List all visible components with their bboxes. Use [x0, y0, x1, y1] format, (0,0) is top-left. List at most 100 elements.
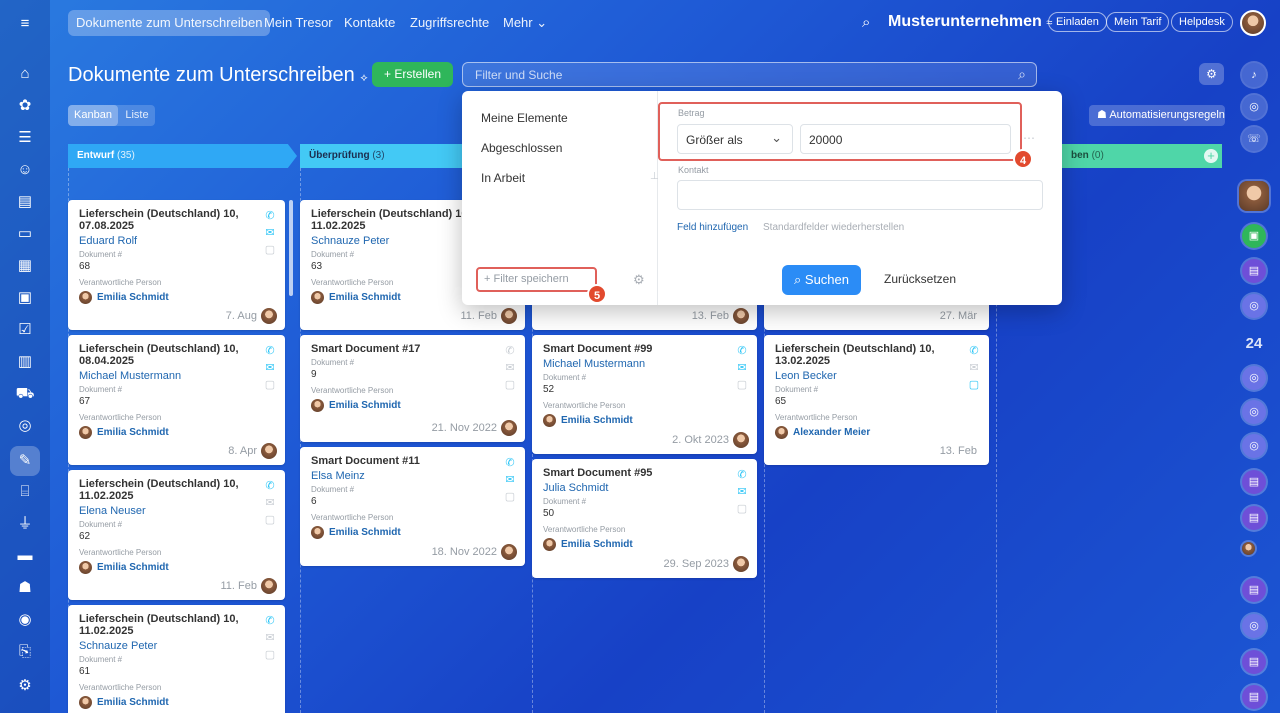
add-field-link[interactable]: Feld hinzufügen [677, 222, 748, 233]
mail-icon[interactable]: ✉ [263, 630, 277, 647]
more-icon[interactable]: ⋯ [1023, 131, 1035, 145]
chat-icon[interactable]: ▢ [967, 377, 981, 394]
kanban-card[interactable]: Smart Document #11 Elsa Meinz Dokument #… [300, 447, 525, 566]
pin-icon[interactable]: ⊥ [650, 171, 659, 182]
card-contact[interactable]: Eduard Rolf [79, 235, 274, 247]
chat-icon[interactable]: ▢ [735, 377, 749, 394]
kanban-card[interactable]: Lieferschein (Deutschland) 10, 11.02.202… [68, 470, 285, 600]
chat-icon[interactable]: ▢ [735, 501, 749, 518]
funnel-icon[interactable]: ⏚ [13, 512, 37, 536]
counter-badge[interactable]: 24 [1237, 335, 1271, 352]
chat-icon[interactable]: ▤ [1242, 578, 1266, 602]
kanban-card[interactable]: Lieferschein (Deutschland) 10, 13.02.202… [764, 335, 989, 465]
settings-gear-icon[interactable]: ⚙ [1199, 63, 1224, 85]
phone-icon[interactable]: ✆ [263, 613, 277, 630]
search-filter-input[interactable]: Filter und Suche ⌕ [462, 62, 1037, 87]
nav-mein-tresor[interactable]: Mein Tresor [256, 10, 341, 36]
nav-dokumente[interactable]: Dokumente zum Unterschreiben [68, 10, 271, 36]
target-icon[interactable]: ◎ [13, 414, 37, 438]
kanban-card[interactable]: Lieferschein (Deutschland) 10, 08.04.202… [68, 335, 285, 465]
card-contact[interactable]: Leon Becker [775, 370, 978, 382]
scrollbar[interactable] [289, 200, 293, 296]
chat-icon[interactable]: ▤ [1242, 685, 1266, 709]
documents-icon[interactable]: ▤ [13, 190, 37, 214]
chat-icon[interactable]: ▢ [263, 647, 277, 664]
restore-fields-link[interactable]: Standardfelder wiederherstellen [763, 222, 904, 233]
card-contact[interactable]: Elsa Meinz [311, 470, 514, 482]
chat-icon[interactable]: ▤ [1242, 259, 1266, 283]
user-avatar[interactable] [1240, 10, 1266, 36]
support-icon[interactable]: ☏ [1242, 127, 1266, 151]
chat-icon[interactable]: ▢ [263, 377, 277, 394]
card-person[interactable]: Emilia Schmidt [79, 426, 274, 439]
phone-icon[interactable]: ✆ [263, 478, 277, 495]
mail-icon[interactable]: ✉ [735, 360, 749, 377]
card-contact[interactable]: Schnauze Peter [79, 640, 274, 652]
mail-icon[interactable]: ✉ [503, 360, 517, 377]
kontakt-input[interactable] [677, 180, 1043, 210]
invite-button[interactable]: Einladen [1048, 12, 1107, 32]
settings-gear-icon[interactable]: ⚙ [13, 674, 37, 698]
sign-icon[interactable]: ✎ [10, 446, 40, 476]
magnifier-icon[interactable]: ⌕ [1018, 66, 1026, 83]
kanban-card[interactable]: Lieferschein (Deutschland) 10, 11.02.202… [68, 605, 285, 713]
view-kanban-tab[interactable]: Kanban [68, 105, 118, 126]
card-person[interactable]: Alexander Meier [775, 426, 978, 439]
mail-icon[interactable]: ✉ [967, 360, 981, 377]
menu-icon[interactable]: ≡ [13, 12, 37, 36]
kanban-card[interactable]: Lieferschein (Deutschland) 10, 07.08.202… [68, 200, 285, 330]
copilot-icon[interactable]: ◎ [1242, 95, 1266, 119]
mail-icon[interactable]: ✉ [735, 484, 749, 501]
tasks-icon[interactable]: ☰ [13, 126, 37, 150]
chat-icon[interactable]: ▢ [263, 242, 277, 259]
analytics-icon[interactable]: ▥ [13, 350, 37, 374]
kanban-card[interactable]: Smart Document #99 Michael Mustermann Do… [532, 335, 757, 454]
chat-icon[interactable]: ▤ [1242, 506, 1266, 530]
copilot-icon[interactable]: ◎ [1242, 366, 1266, 390]
card-person[interactable]: Emilia Schmidt [311, 399, 514, 412]
contacts-icon[interactable]: ☺ [13, 158, 37, 182]
card-person[interactable]: Emilia Schmidt [311, 526, 514, 539]
card-contact[interactable]: Michael Mustermann [79, 370, 274, 382]
search-icon[interactable]: ⌕ [862, 14, 870, 31]
lock-icon[interactable]: ▣ [1242, 224, 1266, 248]
automation-button[interactable]: ☗ Automatisierungsregeln [1089, 105, 1225, 126]
mail-icon[interactable]: ✉ [263, 360, 277, 377]
phone-icon[interactable]: ✆ [503, 343, 517, 360]
copilot-icon[interactable]: ◎ [1242, 294, 1266, 318]
nav-zugriffsrechte[interactable]: Zugriffsrechte [402, 10, 497, 36]
chat-icon[interactable]: ▤ [1242, 650, 1266, 674]
nav-kontakte[interactable]: Kontakte [336, 10, 403, 36]
column-abgeschlossen[interactable]: ben (0) + [1062, 144, 1222, 168]
home-icon[interactable]: ⌂ [13, 62, 37, 86]
calendar-icon[interactable]: ▣ [13, 286, 37, 310]
phone-icon[interactable]: ✆ [503, 455, 517, 472]
chat-icon[interactable]: ▢ [503, 489, 517, 506]
card-person[interactable]: Emilia Schmidt [543, 538, 746, 551]
phone-icon[interactable]: ✆ [263, 208, 277, 225]
gear-icon[interactable]: ⚙ [633, 272, 645, 288]
card-person[interactable]: Emilia Schmidt [79, 291, 274, 304]
card-icon[interactable]: ▬ [13, 544, 37, 568]
reset-button[interactable]: Zurücksetzen [884, 272, 956, 286]
chat-icon[interactable]: ▢ [503, 377, 517, 394]
create-button[interactable]: + Erstellen [372, 62, 453, 87]
phone-icon[interactable]: ✆ [735, 467, 749, 484]
column-ueberpruefung[interactable]: Überprüfung (3) [300, 144, 470, 168]
phone-icon[interactable]: ✆ [263, 343, 277, 360]
kanban-card[interactable]: Smart Document #17 Dokument # 9 Verantwo… [300, 335, 525, 442]
phone-icon[interactable]: ✆ [735, 343, 749, 360]
tariff-button[interactable]: Mein Tarif [1106, 12, 1170, 32]
copilot-icon[interactable]: ◎ [1242, 614, 1266, 638]
view-list-tab[interactable]: Liste [122, 105, 152, 126]
export-icon[interactable]: ⎘ [13, 640, 37, 664]
preset-meine-elemente[interactable]: Meine Elemente [481, 111, 568, 125]
phone-icon[interactable]: ✆ [967, 343, 981, 360]
preset-in-arbeit[interactable]: In Arbeit [481, 171, 525, 185]
card-person[interactable]: Emilia Schmidt [543, 414, 746, 427]
mail-icon[interactable]: ✉ [503, 472, 517, 489]
card-person[interactable]: Emilia Schmidt [79, 561, 274, 574]
avatar[interactable] [1242, 542, 1255, 555]
avatar[interactable] [1239, 181, 1269, 211]
kanban-card[interactable]: Smart Document #95 Julia Schmidt Dokumen… [532, 459, 757, 578]
